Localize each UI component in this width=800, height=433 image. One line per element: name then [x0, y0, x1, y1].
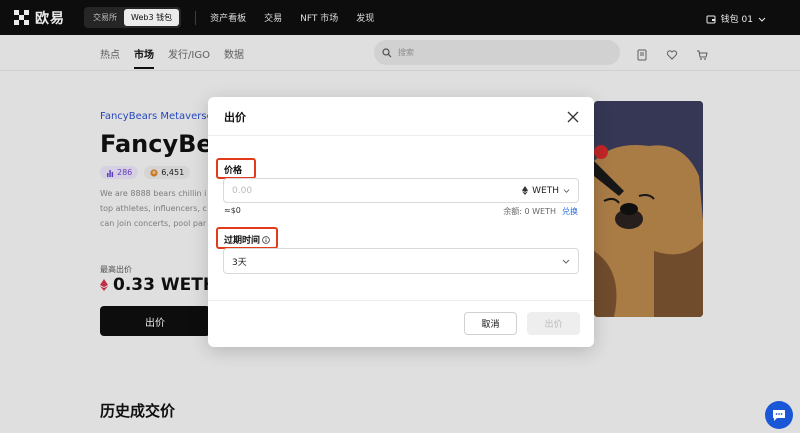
- price-input[interactable]: 0.00 WETH: [223, 178, 579, 203]
- currency-selector[interactable]: WETH: [522, 186, 570, 196]
- close-icon[interactable]: [566, 109, 580, 123]
- chevron-down-icon: [563, 189, 570, 193]
- exchange-link[interactable]: 兑换: [562, 206, 578, 217]
- cancel-button[interactable]: 取消: [464, 312, 517, 335]
- submit-bid-button[interactable]: 出价: [527, 312, 580, 335]
- price-label: 价格: [224, 166, 243, 176]
- modal-title: 出价: [224, 111, 246, 124]
- divider: [208, 300, 594, 301]
- expiry-label-text: 过期时间: [224, 236, 261, 246]
- eth-icon: [522, 186, 529, 195]
- price-placeholder: 0.00: [232, 185, 253, 196]
- chat-icon: [773, 409, 785, 421]
- expiry-label: 过期时间: [224, 233, 270, 246]
- balance-text: 余额: 0 WETH: [503, 207, 556, 216]
- info-icon[interactable]: [262, 235, 270, 244]
- balance-row: 余额: 0 WETH 兑换: [503, 206, 578, 217]
- divider: [208, 135, 594, 136]
- currency-label: WETH: [532, 185, 559, 196]
- chevron-down-icon: [562, 259, 570, 264]
- support-chat-button[interactable]: [765, 401, 793, 429]
- place-bid-modal: 出价 价格 0.00 WETH ≈$0 余额: 0 WETH 兑换 过期时间 3…: [208, 97, 594, 347]
- expiry-select[interactable]: 3天: [223, 248, 579, 274]
- expiry-value: 3天: [232, 257, 247, 268]
- usd-estimate: ≈$0: [224, 206, 241, 215]
